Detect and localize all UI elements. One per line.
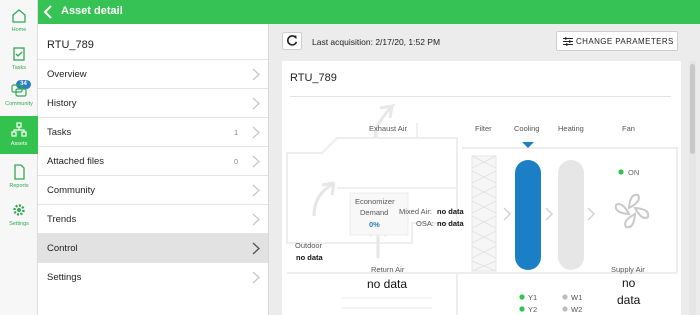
sliders-icon (563, 37, 573, 46)
assets-icon (11, 122, 27, 137)
tasks-icon (13, 47, 25, 61)
menu-count: 0 (234, 157, 239, 166)
change-parameters-button[interactable]: CHANGE PARAMETERS (556, 31, 678, 51)
menu-label: Community (47, 185, 96, 196)
chevron-right-icon (252, 68, 260, 81)
supply-air-label: Supply Air (611, 265, 645, 274)
settings-icon (13, 204, 25, 216)
asset-name: RTU_789 (47, 39, 94, 51)
menu-count: 1 (234, 128, 239, 137)
scrollbar-thumb[interactable] (690, 64, 695, 154)
rail-item-reports[interactable]: Reports (0, 158, 38, 196)
menu-label: Overview (47, 69, 87, 80)
stage-w1-label: W1 (571, 293, 583, 302)
reports-icon (14, 164, 25, 180)
stage-y1-label: Y1 (528, 293, 538, 302)
menu-label: Tasks (47, 127, 72, 138)
rail-label-home: Home (11, 27, 27, 33)
rail-label-settings: Settings (9, 221, 29, 227)
refresh-button[interactable] (282, 32, 302, 50)
rail-item-home[interactable]: Home (0, 2, 38, 40)
main-content: Last acquisition: 2/17/20, 1:52 PM CHANG… (270, 24, 700, 315)
fan-label: Fan (622, 124, 635, 133)
rail-label-tasks: Tasks (11, 65, 27, 71)
rail-label-community: Community (5, 101, 33, 107)
return-air-value: no data (367, 277, 408, 291)
chevron-right-icon (252, 126, 260, 139)
fan-status: ON (628, 168, 640, 177)
menu-label: Trends (47, 214, 77, 225)
menu-label: History (47, 98, 77, 109)
chevron-right-icon (252, 213, 260, 226)
top-bar: Asset detail (38, 0, 700, 24)
menu-label: Settings (47, 272, 82, 283)
rail-label-assets: Assets (10, 141, 28, 147)
rail-item-tasks[interactable]: Tasks (0, 40, 38, 78)
rail-item-assets[interactable]: Assets (0, 116, 38, 154)
rail-item-settings[interactable]: Settings (0, 196, 38, 234)
demand-label: Demand (360, 208, 389, 217)
card-title: RTU_789 (290, 72, 337, 84)
nav-rail: Home Tasks Community 34 Assets Reports S… (0, 0, 38, 315)
exhaust-air-label: Exhaust Air (369, 124, 407, 133)
asset-sidebar: RTU_789 Overview History Tasks 1 Attache… (38, 24, 269, 315)
chevron-right-icon (252, 155, 260, 168)
refresh-icon (287, 35, 298, 46)
chevron-right-icon (252, 271, 260, 284)
divider (290, 96, 671, 97)
home-icon (12, 9, 26, 23)
last-acquisition: Last acquisition: 2/17/20, 1:52 PM (312, 37, 441, 47)
cooling-label: Cooling (514, 124, 540, 133)
menu-item-attached-files[interactable]: Attached files 0 (38, 146, 268, 175)
menu-item-tasks[interactable]: Tasks 1 (38, 117, 268, 146)
heating-label: Heating (558, 124, 584, 133)
return-air-label: Return Air (371, 265, 405, 274)
osa-value: no data (437, 219, 464, 228)
supply-air-value-line1: no (622, 276, 636, 290)
outdoor-value: no data (296, 253, 323, 262)
back-arrow-icon[interactable] (42, 4, 56, 20)
supply-air-value-line2: data (617, 293, 641, 307)
menu-item-community[interactable]: Community (38, 175, 268, 204)
chevron-right-icon (252, 184, 260, 197)
menu-label: Attached files (47, 156, 105, 167)
chevron-right-icon (252, 242, 260, 255)
rtu-diagram: Exhaust Air Filter Cooling Heating Fan O… (282, 98, 681, 315)
stage-w2-label: W2 (571, 305, 583, 314)
page-title: Asset detail (61, 5, 123, 17)
osa-label: OSA: (416, 219, 434, 228)
control-card: RTU_789 Exhaust Air Filter Cooling Heati… (282, 61, 681, 315)
demand-value: 0% (369, 220, 380, 229)
menu-label: Control (47, 243, 78, 254)
filter-label: Filter (475, 124, 492, 133)
menu-item-overview[interactable]: Overview (38, 59, 268, 88)
menu-item-settings[interactable]: Settings (38, 262, 268, 291)
outdoor-label: Outdoor (295, 241, 323, 250)
menu-item-control[interactable]: Control (38, 233, 268, 262)
menu-item-history[interactable]: History (38, 88, 268, 117)
stage-y2-label: Y2 (528, 305, 538, 314)
rail-label-reports: Reports (9, 183, 29, 189)
mixed-air-label: Mixed Air: (399, 207, 432, 216)
change-parameters-label: CHANGE PARAMETERS (576, 37, 674, 46)
chevron-right-icon (252, 97, 260, 110)
economizer-label: Economizer (355, 197, 395, 206)
mixed-air-value: no data (437, 207, 464, 216)
community-icon (11, 84, 27, 97)
menu-item-trends[interactable]: Trends (38, 204, 268, 233)
